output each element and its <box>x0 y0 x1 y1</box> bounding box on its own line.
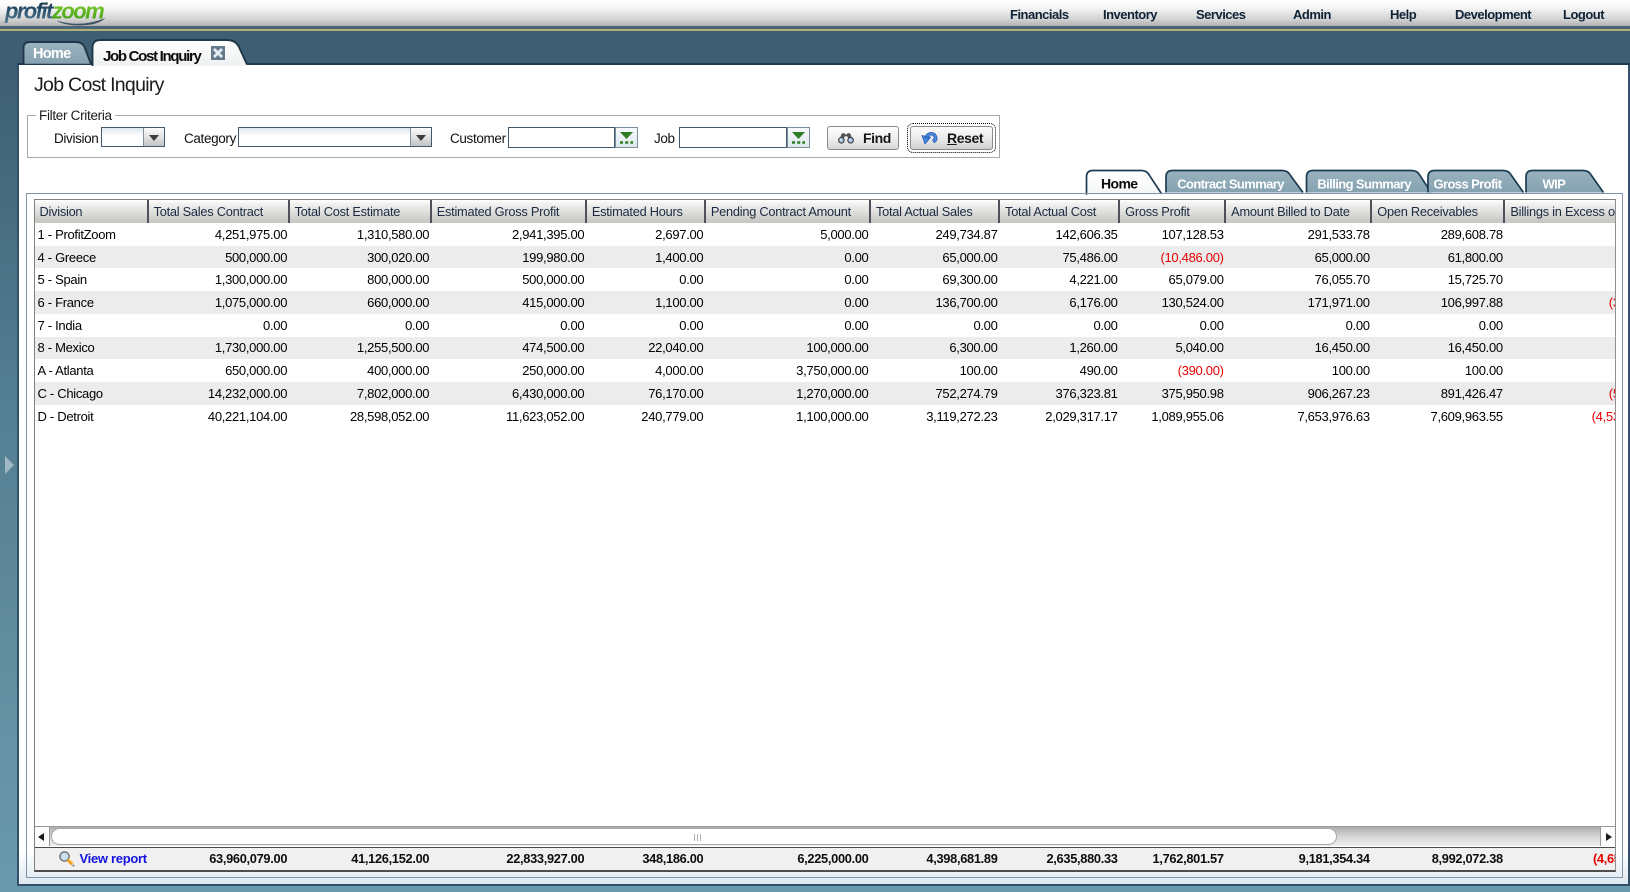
svg-text:Home: Home <box>1101 176 1138 192</box>
svg-text:WIP: WIP <box>1543 177 1567 192</box>
svg-text:profit: profit <box>4 0 55 24</box>
svg-text:Job Cost Inquiry: Job Cost Inquiry <box>103 48 202 65</box>
svg-text:zoom: zoom <box>51 0 104 24</box>
svg-text:Billing Summary: Billing Summary <box>1317 177 1412 192</box>
svg-text:Contract Summary: Contract Summary <box>1177 177 1285 192</box>
svg-text:Home: Home <box>33 46 71 62</box>
svg-text:Gross Profit: Gross Profit <box>1434 177 1503 192</box>
